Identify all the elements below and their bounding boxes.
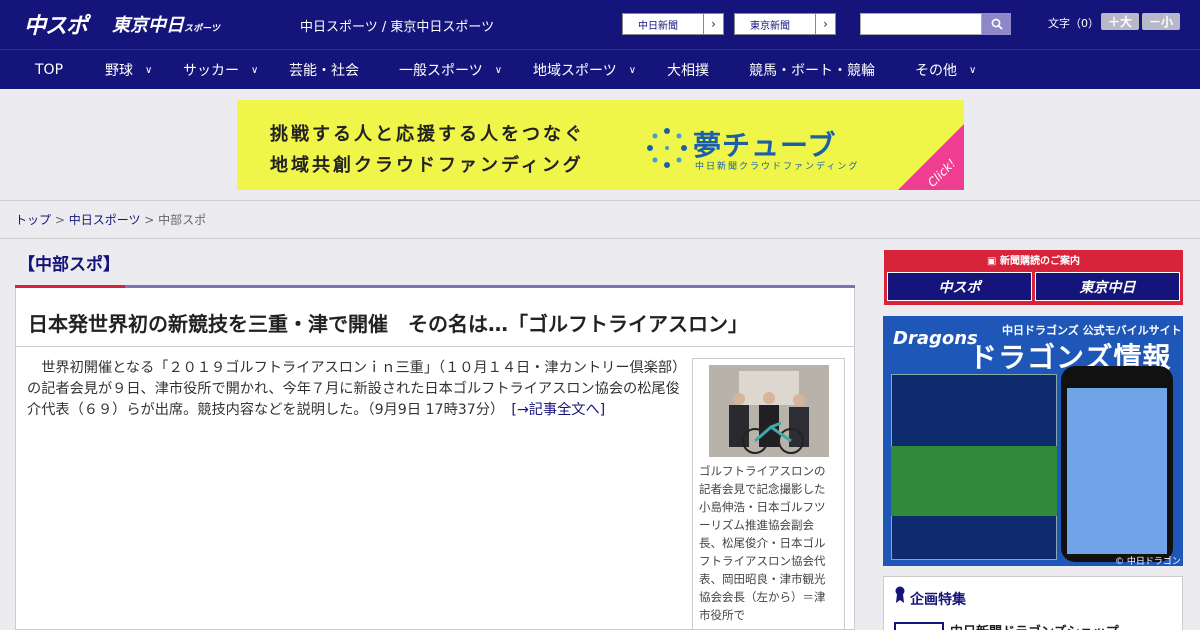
nav-label: その他 xyxy=(915,63,957,79)
chevron-down-icon: ∨ xyxy=(251,64,259,76)
special-features-box: 企画特集 中日新聞ドラゴンズショップ xyxy=(883,576,1183,630)
nav-label: 競馬・ボート・競輪 xyxy=(749,63,875,79)
shop-thumbnail[interactable] xyxy=(894,622,944,630)
subscribe-tokyo-chunichi[interactable]: 東京中日 xyxy=(1035,272,1180,301)
nav-item-entertainment[interactable]: 芸能・社会 xyxy=(289,50,359,90)
nav-label: 一般スポーツ xyxy=(399,63,483,79)
dream-tube-dots-icon xyxy=(647,128,687,168)
article-headline[interactable]: 日本発世界初の新競技を三重・津で開催 その名は…「ゴルフトライアスロン」 xyxy=(28,308,748,337)
dragons-mobile-banner[interactable]: Dragons 中日ドラゴンズ 公式モバイルサイト ドラゴンズ情報 © 中日ドラ… xyxy=(883,316,1183,566)
dragons-logo: Dragons xyxy=(893,328,978,349)
banner-brand: 夢チューブ xyxy=(693,129,837,162)
banner-area: 挑戦する人と応援する人をつなぐ 地域共創クラウドファンディング 夢チューブ 中日… xyxy=(0,89,1200,201)
crowdfunding-banner[interactable]: 挑戦する人と応援する人をつなぐ 地域共創クラウドファンディング 夢チューブ 中日… xyxy=(237,100,964,190)
tokyo-logo-small: スポーツ xyxy=(184,24,220,34)
nav-label: TOP xyxy=(35,62,64,78)
breadcrumb-chunichi-sports[interactable]: 中日スポーツ xyxy=(69,213,141,227)
nav-label: 芸能・社会 xyxy=(289,63,359,79)
subscribe-chuspo[interactable]: 中スポ xyxy=(887,272,1032,301)
nav-item-sumo[interactable]: 大相撲 xyxy=(667,50,709,90)
chuspo-logo[interactable]: 中スポ xyxy=(24,8,88,40)
main-nav: TOP 野球 ∨ サッカー ∨ 芸能・社会 一般スポーツ ∨ 地域スポーツ ∨ 大相撲 … xyxy=(0,49,1200,89)
special-features-title: 企画特集 xyxy=(910,592,966,608)
press-conference-photo-icon xyxy=(709,365,829,457)
site-name: 中日スポーツ / 東京中日スポーツ xyxy=(300,20,495,35)
article-card: 日本発世界初の新競技を三重・津で開催 その名は…「ゴルフトライアスロン」 世界初… xyxy=(15,288,855,630)
search-icon xyxy=(991,18,1003,30)
read-more-link[interactable]: [→記事全文へ] xyxy=(511,402,605,418)
tokyo-logo-text: 東京中日 xyxy=(112,15,184,36)
chevron-right-icon: › xyxy=(815,14,835,34)
chevron-down-icon: ∨ xyxy=(494,64,503,76)
banner-line-1: 挑戦する人と応援する人をつなぐ xyxy=(270,124,585,145)
banner-brand-sub: 中日新聞クラウドファンディング xyxy=(695,162,860,172)
dragons-copyright: © 中日ドラゴンズ xyxy=(1115,557,1181,566)
ribbon-icon xyxy=(895,586,905,603)
breadcrumb-current: 中部スポ xyxy=(158,213,207,227)
nav-item-baseball[interactable]: 野球 ∨ xyxy=(105,50,152,90)
breadcrumb-divider xyxy=(0,238,1200,239)
article-photo-box: ゴルフトライアスロンの記者会見で記念撮影した小島伸浩・日本ゴルフツーリズム推進協… xyxy=(692,358,845,630)
tokyo-shimbun-link[interactable]: 東京新聞 › xyxy=(734,13,836,35)
chevron-down-icon: ∨ xyxy=(969,64,977,76)
banner-line-2: 地域共創クラウドファンディング xyxy=(270,155,584,176)
nav-item-general-sports[interactable]: 一般スポーツ ∨ xyxy=(399,50,502,90)
subscription-header-text: 新聞購読のご案内 xyxy=(999,256,1080,267)
nav-label: 野球 xyxy=(105,63,133,79)
newspaper-icon: ▣ xyxy=(987,256,1000,267)
phone-screen-graphic xyxy=(1067,388,1167,554)
chevron-right-icon: › xyxy=(703,14,723,34)
photo-caption: ゴルフトライアスロンの記者会見で記念撮影した小島伸浩・日本ゴルフツーリズム推進協… xyxy=(699,464,826,622)
font-decrease-button[interactable]: －小 xyxy=(1142,13,1180,30)
subscription-banner[interactable]: ▣ 新聞購読のご案内 中スポ 東京中日 xyxy=(884,250,1183,305)
nav-label: サッカー xyxy=(183,63,239,79)
breadcrumb-sep: > xyxy=(51,213,69,227)
search-input[interactable] xyxy=(860,13,982,35)
chevron-down-icon: ∨ xyxy=(145,64,153,76)
font-size-label: 文字（0） xyxy=(1048,17,1099,30)
nav-label: 地域スポーツ xyxy=(533,63,617,79)
nav-item-racing[interactable]: 競馬・ボート・競輪 xyxy=(749,50,875,90)
headline-divider xyxy=(16,346,854,347)
baseball-field-graphic xyxy=(891,446,1057,516)
article-photo[interactable] xyxy=(709,365,829,457)
section-title: 【中部スポ】 xyxy=(18,255,120,275)
subscription-header: ▣ 新聞購読のご案内 xyxy=(884,252,1183,267)
breadcrumb-sep: > xyxy=(140,213,159,227)
nav-label: 大相撲 xyxy=(667,63,709,79)
breadcrumb-top[interactable]: トップ xyxy=(15,213,51,227)
nav-item-top[interactable]: TOP xyxy=(35,50,63,90)
chevron-down-icon: ∨ xyxy=(628,64,637,76)
breadcrumb: トップ > 中日スポーツ > 中部スポ xyxy=(15,211,206,228)
search-button[interactable] xyxy=(982,13,1011,35)
dragons-shop-link[interactable]: 中日新聞ドラゴンズショップ xyxy=(950,621,1119,630)
tokyo-chunichi-logo[interactable]: 東京中日スポーツ xyxy=(112,11,220,37)
nav-item-other[interactable]: その他 ∨ xyxy=(915,50,976,90)
top-header: 中スポ 東京中日スポーツ 中日スポーツ / 東京中日スポーツ 中日新聞 › 東京… xyxy=(0,0,1200,49)
chunichi-shimbun-label: 中日新聞 xyxy=(638,20,678,32)
article-body: 世界初開催となる「２０１９ゴルフトライアスロンｉｎ三重」（１０月１４日・津カント… xyxy=(27,358,685,421)
nav-item-soccer[interactable]: サッカー ∨ xyxy=(183,50,258,90)
chunichi-shimbun-link[interactable]: 中日新聞 › xyxy=(622,13,724,35)
tokyo-shimbun-label: 東京新聞 xyxy=(750,20,790,32)
nav-item-local-sports[interactable]: 地域スポーツ ∨ xyxy=(533,50,636,90)
font-increase-button[interactable]: ＋大 xyxy=(1101,13,1139,30)
